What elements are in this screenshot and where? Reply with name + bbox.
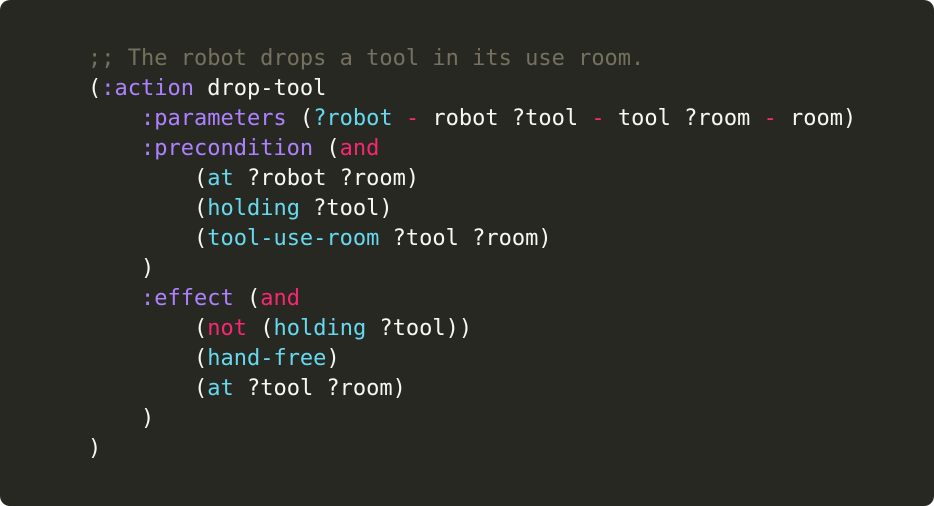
code-token-default: ?tool)) [366, 316, 473, 341]
code-token-keyword: :effect [140, 286, 234, 311]
code-token-default [393, 106, 406, 131]
code-token-function: at [207, 166, 234, 191]
code-token-operator: and [260, 286, 300, 311]
code-token-default: ( [88, 226, 208, 251]
code-window: ;; The robot drops a tool in its use roo… [0, 0, 934, 506]
code-line: :parameters (?robot - robot ?tool - tool… [88, 104, 856, 134]
code-line: ) [88, 404, 856, 434]
code-token-operator: - [763, 106, 777, 131]
code-token-default: tool ?room [604, 106, 764, 131]
code-token-default: ( [313, 136, 340, 161]
code-token-default: room) [776, 106, 857, 131]
code-token-function: tool-use-room [207, 226, 380, 251]
code-token-default: ?tool ?room) [233, 376, 406, 401]
code-token-default: ( [88, 196, 208, 221]
code-block[interactable]: ;; The robot drops a tool in its use roo… [88, 44, 856, 464]
code-line: :effect (and [88, 284, 856, 314]
code-token-keyword: :parameters [140, 106, 287, 131]
code-token-default: ( [286, 106, 314, 131]
code-token-keyword: :action [101, 76, 194, 101]
code-token-operator: and [339, 136, 380, 161]
code-line: :precondition (and [88, 134, 856, 164]
code-line: (holding ?tool) [88, 194, 856, 224]
code-token-default: ) [88, 406, 155, 431]
code-line: ;; The robot drops a tool in its use roo… [88, 44, 856, 74]
code-line: (tool-use-room ?tool ?room) [88, 224, 856, 254]
code-token-keyword: :precondition [140, 136, 314, 161]
code-token-default: ) [88, 256, 155, 281]
code-token-default: ( [88, 316, 208, 341]
code-token-default: ( [246, 316, 274, 341]
code-token-function: ?robot [313, 106, 393, 131]
code-token-default: ?tool) [299, 196, 393, 221]
code-token-default: ( [233, 286, 261, 311]
code-token-operator: - [405, 106, 420, 131]
code-token-comment: ;; The robot drops a tool in its use roo… [88, 46, 645, 71]
code-token-default [88, 136, 141, 161]
code-line: (at ?robot ?room) [88, 164, 856, 194]
code-token-default: ( [88, 346, 208, 371]
code-token-operator: - [591, 106, 605, 131]
code-token-operator: not [207, 316, 247, 341]
code-token-default: ?robot ?room) [233, 166, 420, 191]
code-token-function: hand-free [207, 346, 327, 371]
code-line: (hand-free) [88, 344, 856, 374]
code-line: (:action drop-tool [88, 74, 856, 104]
code-token-default [88, 106, 141, 131]
code-token-default: ?tool ?room) [379, 226, 552, 251]
code-token-default: ( [88, 166, 208, 191]
code-line: ) [88, 254, 856, 284]
code-token-default: ( [88, 376, 208, 401]
code-token-default: robot ?tool [419, 106, 592, 131]
code-line: (not (holding ?tool)) [88, 314, 856, 344]
code-line: (at ?tool ?room) [88, 374, 856, 404]
code-token-default: ) [88, 436, 102, 461]
code-token-function: holding [273, 316, 367, 341]
code-token-function: holding [207, 196, 300, 221]
code-token-default: drop-tool [193, 76, 327, 101]
code-token-default [88, 286, 141, 311]
code-line: ) [88, 434, 856, 464]
code-token-default: ) [326, 346, 340, 371]
code-token-default: ( [88, 76, 102, 101]
code-token-function: at [207, 376, 234, 401]
